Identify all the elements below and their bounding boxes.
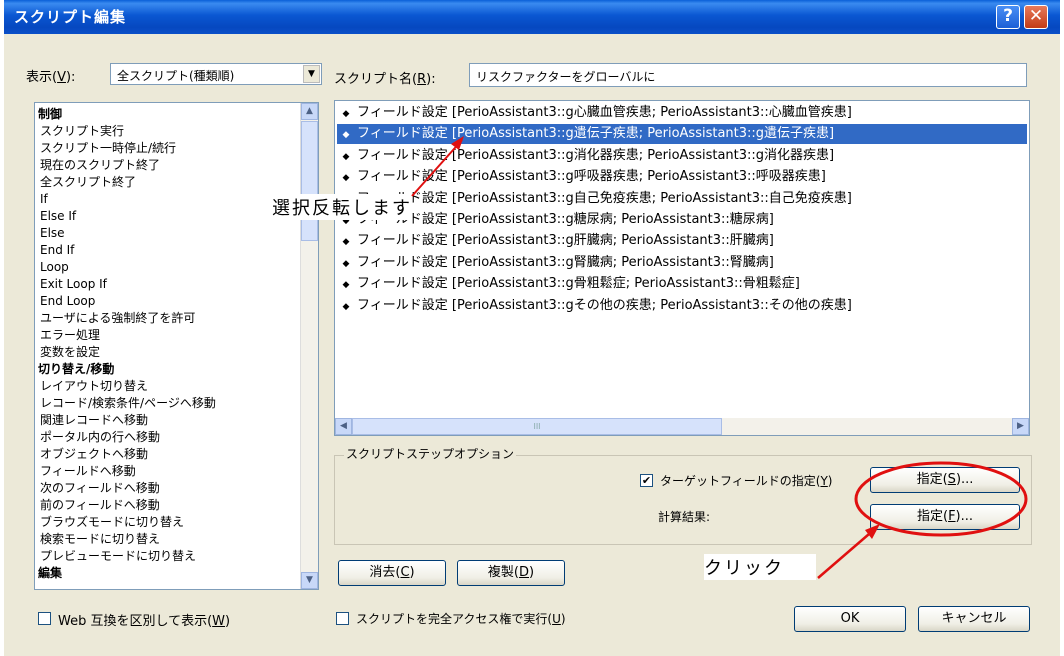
arrow-head-icon [451, 136, 464, 150]
annotation-arrow-click [817, 527, 877, 579]
annotation-arrow-invert [411, 139, 463, 197]
script-edit-dialog: スクリプト編集 ? ✕ 表示(V): 全スクリプト(種類順) ▼ スクリプト名(… [4, 0, 1060, 656]
annotation-circle [854, 461, 1028, 537]
annotation-overlay [411, 136, 1028, 579]
